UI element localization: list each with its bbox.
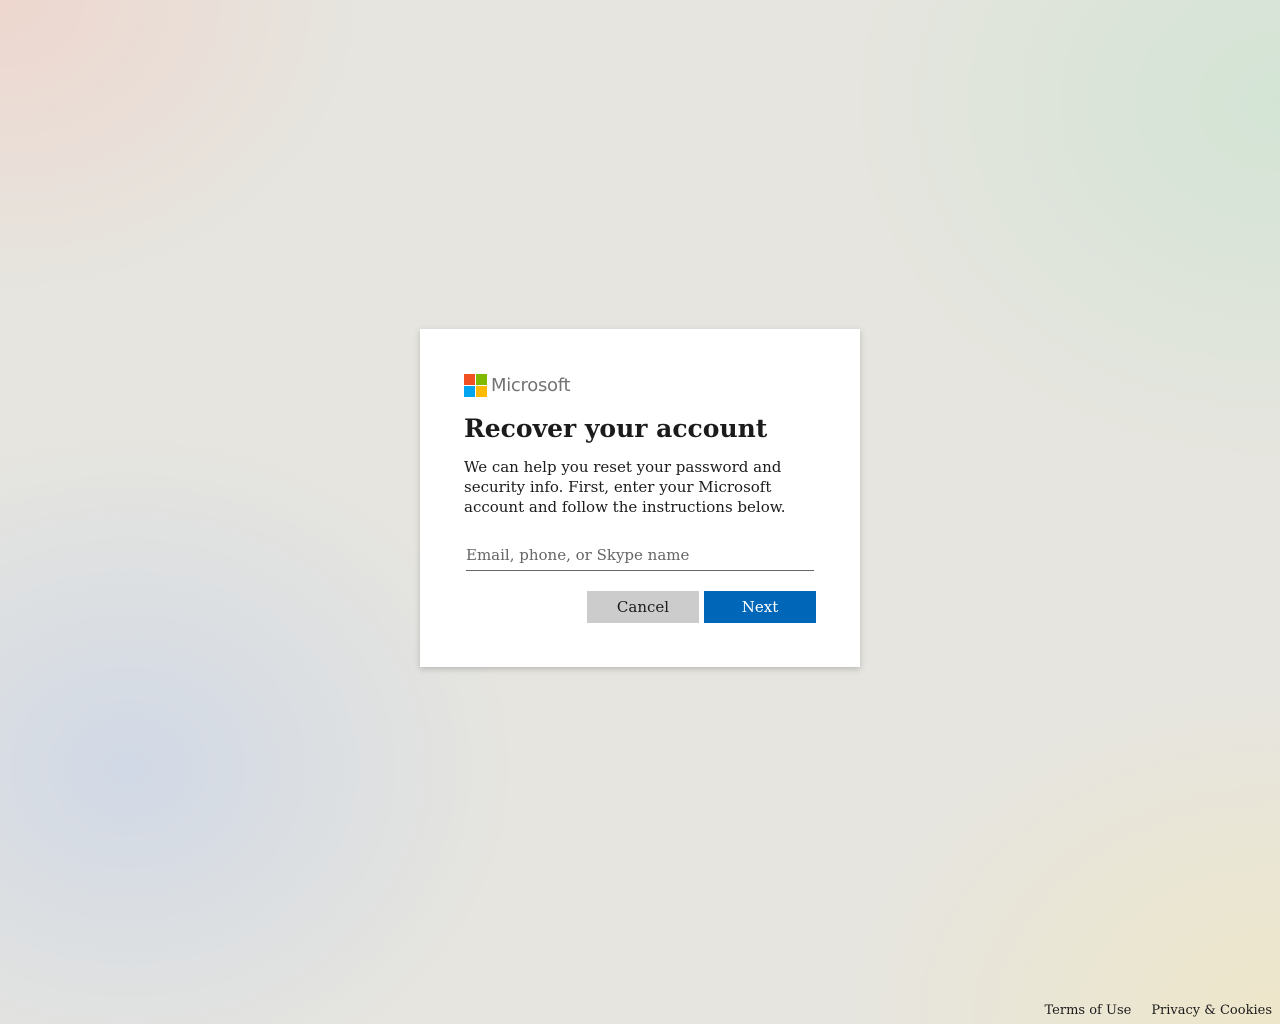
logo-square-green xyxy=(476,373,487,385)
cancel-button[interactable]: Cancel xyxy=(587,591,699,623)
microsoft-logo-icon xyxy=(464,373,487,397)
microsoft-logo: Microsoft xyxy=(464,373,816,397)
footer: Terms of Use Privacy & Cookies xyxy=(1045,1003,1272,1018)
terms-of-use-link[interactable]: Terms of Use xyxy=(1045,1003,1132,1018)
logo-square-yellow xyxy=(476,385,487,397)
page-title: Recover your account xyxy=(464,414,768,443)
button-row: Cancel Next xyxy=(464,591,816,623)
next-button[interactable]: Next xyxy=(704,591,816,623)
privacy-cookies-link[interactable]: Privacy & Cookies xyxy=(1151,1003,1272,1018)
logo-square-blue xyxy=(464,385,475,397)
account-input[interactable] xyxy=(466,539,814,571)
logo-wordmark: Microsoft xyxy=(491,374,571,396)
recover-account-card: Microsoft Recover your account We can he… xyxy=(420,329,860,667)
logo-square-red xyxy=(464,373,475,385)
page-description: We can help you reset your password and … xyxy=(464,458,786,516)
